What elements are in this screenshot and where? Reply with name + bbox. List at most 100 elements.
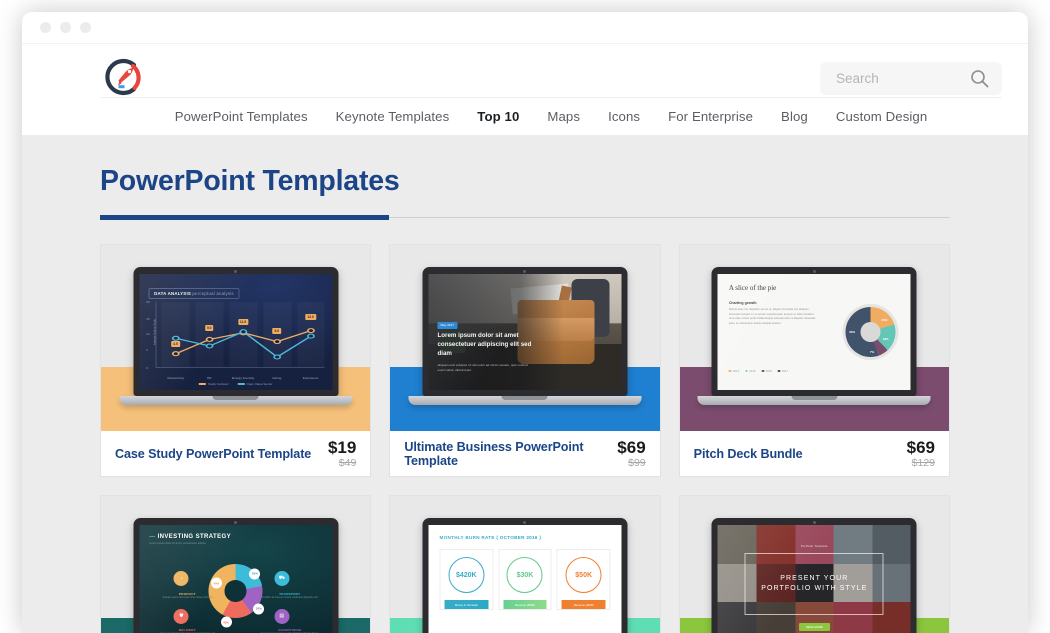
metric-value: $30K bbox=[506, 557, 543, 593]
line-chart-plot: 20 15 10 5 0 4.5 9.0 11.5 9.0 12.0 Outso… bbox=[146, 300, 325, 380]
card-thumbnail: DATA ANALYSIS perceptual analysis Attitu… bbox=[101, 245, 371, 431]
template-grid: DATA ANALYSIS perceptual analysis Attitu… bbox=[100, 244, 950, 633]
card-thumbnail: MONTHLY BURN RATE ( OCTOBER 2016 ) $420K… bbox=[390, 496, 660, 633]
metric-card: $30K Revenue (MRR) bbox=[498, 549, 552, 610]
card-thumbnail: May 2017 Lorem ipsum dolor sit amet cons… bbox=[390, 245, 660, 431]
template-card-case-study[interactable]: DATA ANALYSIS perceptual analysis Attitu… bbox=[100, 244, 372, 477]
nav-item-for-enterprise[interactable]: For Enterprise bbox=[654, 109, 767, 124]
price-current: $69 bbox=[617, 437, 646, 457]
template-card-portfolio[interactable]: Portfolio Template PRESENT YOUR PORTFOLI… bbox=[678, 495, 950, 633]
search-input[interactable] bbox=[820, 71, 964, 86]
title-underline bbox=[100, 215, 950, 220]
metric-caption: Money in the bank bbox=[444, 600, 489, 609]
template-card-investing-strategy[interactable]: — INVESTING STRATEGY Lorem ipsum dolor si… bbox=[100, 495, 372, 633]
price-original: $129 bbox=[911, 456, 935, 469]
data-label-1: 9.0 bbox=[204, 325, 214, 332]
laptop-mockup: DATA ANALYSIS perceptual analysis Attitu… bbox=[119, 267, 353, 405]
window-minimize-dot[interactable] bbox=[60, 22, 71, 33]
rocket-logo[interactable] bbox=[100, 55, 144, 99]
template-card-ultimate-business[interactable]: May 2017 Lorem ipsum dolor sit amet cons… bbox=[389, 244, 661, 477]
card-title[interactable]: Ultimate Business PowerPoint Template bbox=[404, 440, 617, 468]
template-card-burn-rate[interactable]: MONTHLY BURN RATE ( OCTOBER 2016 ) $420K… bbox=[389, 495, 661, 633]
nav-item-maps[interactable]: Maps bbox=[533, 109, 594, 124]
site-header: PowerPoint Templates Keynote Templates T… bbox=[22, 44, 1028, 135]
slice-pct-2: 7% bbox=[869, 349, 875, 354]
window-maximize-dot[interactable] bbox=[80, 22, 91, 33]
laptop-mockup: — INVESTING STRATEGY Lorem ipsum dolor si… bbox=[133, 518, 339, 633]
metric-value: $50K bbox=[565, 557, 602, 593]
nav-item-keynote-templates[interactable]: Keynote Templates bbox=[322, 109, 464, 124]
slice-pct-0: 20% bbox=[881, 317, 888, 322]
x-tick-2: Energy Intensity bbox=[231, 376, 255, 380]
nav-item-powerpoint-templates[interactable]: PowerPoint Templates bbox=[161, 109, 322, 124]
card-title[interactable]: Pitch Deck Bundle bbox=[694, 447, 803, 461]
screenshot-root: PowerPoint Templates Keynote Templates T… bbox=[0, 0, 1050, 633]
legend-0: 2014 bbox=[732, 369, 740, 373]
y-tick-0: 0 bbox=[146, 366, 148, 370]
nav-item-custom-design[interactable]: Custom Design bbox=[822, 109, 941, 124]
card-price: $19 $49 bbox=[328, 439, 356, 469]
metric-card: $420K Money in the bank bbox=[439, 549, 494, 610]
legend-3: 2017 bbox=[781, 369, 789, 373]
y-tick-15: 15 bbox=[146, 316, 150, 321]
metric-value: $420K bbox=[448, 557, 485, 593]
slide-body: Aliquam erat volutpat. Ut wisi enim ad m… bbox=[437, 362, 528, 372]
main-nav: PowerPoint Templates Keynote Templates T… bbox=[100, 97, 1002, 135]
slide-headline: Lorem ipsum dolor sit amet consectetuer … bbox=[437, 331, 532, 357]
template-card-pitch-deck[interactable]: A slice of the pie Charting growth Mauri… bbox=[678, 244, 950, 477]
search-icon[interactable] bbox=[964, 69, 994, 88]
caption-product: PRODUCT Quisque viverra accumsan tortor l… bbox=[162, 592, 213, 600]
nav-item-top-10[interactable]: Top 10 bbox=[463, 109, 533, 124]
caption-advertising: ADVERTISINGAenean sit amet justo ac turp… bbox=[278, 628, 302, 633]
slide-eyebrow: Portfolio Template bbox=[800, 544, 828, 548]
slice-pct-1: 18% bbox=[882, 337, 889, 342]
x-tick-4: Experience bbox=[302, 376, 319, 380]
x-tick-0: Outsourcing bbox=[167, 376, 184, 380]
slide-preview: MONTHLY BURN RATE ( OCTOBER 2016 ) $420K… bbox=[428, 525, 622, 633]
card-thumbnail: A slice of the pie Charting growth Mauri… bbox=[679, 245, 949, 431]
pct-product: 40% bbox=[210, 577, 222, 589]
card-thumbnail: Portfolio Template PRESENT YOUR PORTFOLI… bbox=[679, 496, 949, 633]
slice-pct-3: 60% bbox=[849, 330, 856, 334]
laptop-mockup: May 2017 Lorem ipsum dolor sit amet cons… bbox=[408, 267, 642, 405]
slide-badge: May 2017 bbox=[437, 321, 458, 329]
laptop-mockup: A slice of the pie Charting growth Mauri… bbox=[697, 267, 931, 405]
slide-preview: A slice of the pie Charting growth Mauri… bbox=[717, 274, 911, 390]
nav-item-blog[interactable]: Blog bbox=[767, 109, 822, 124]
slide-headline: MONTHLY BURN RATE ( OCTOBER 2016 ) bbox=[439, 535, 542, 540]
chart-legend: Study Contract Open Value Sector bbox=[198, 382, 273, 386]
pct-delivery: 40% bbox=[220, 616, 232, 628]
card-thumbnail: — INVESTING STRATEGY Lorem ipsum dolor si… bbox=[101, 496, 371, 633]
slide-headline: — INVESTING STRATEGY bbox=[149, 534, 231, 540]
slide-preview: DATA ANALYSIS perceptual analysis Attitu… bbox=[139, 274, 333, 390]
metric-caption: Revenue (ARR) bbox=[561, 600, 606, 609]
nav-item-icons[interactable]: Icons bbox=[594, 109, 654, 124]
slide-text-block: May 2017 Lorem ipsum dolor sit amet cons… bbox=[437, 313, 534, 372]
browser-window: PowerPoint Templates Keynote Templates T… bbox=[22, 12, 1028, 633]
x-tick-1: HR bbox=[207, 376, 212, 380]
data-label-0: 4.5 bbox=[171, 341, 180, 348]
legend-0: Study Contract bbox=[207, 382, 229, 386]
page-content: PowerPoint Templates DATA ANALYSIS perce… bbox=[22, 135, 1028, 633]
window-close-dot[interactable] bbox=[40, 22, 51, 33]
card-footer: Case Study PowerPoint Template $19 $49 bbox=[101, 431, 370, 476]
laptop-mockup: Portfolio Template PRESENT YOUR PORTFOLI… bbox=[711, 518, 917, 633]
node-icon-advertising: ▤ bbox=[274, 608, 290, 624]
node-icon-delivery: ⛊ bbox=[173, 608, 189, 624]
legend-1: 2015 bbox=[749, 369, 756, 373]
slide-headline: A slice of the pie bbox=[728, 284, 777, 292]
donut-legend: 2014 2015 2016 2017 bbox=[728, 369, 789, 373]
price-current: $19 bbox=[327, 437, 357, 457]
slide-preview: May 2017 Lorem ipsum dolor sit amet cons… bbox=[428, 274, 622, 390]
slide-body: Mauris ante nisl, dignissim ac est ut, a… bbox=[728, 308, 816, 326]
node-icon-transport: ⛟ bbox=[274, 571, 290, 587]
window-titlebar bbox=[22, 12, 1028, 44]
slide-tag: DATA ANALYSIS perceptual analysis bbox=[148, 288, 240, 299]
laptop-mockup: MONTHLY BURN RATE ( OCTOBER 2016 ) $420K… bbox=[422, 518, 628, 633]
legend-1: Open Value Sector bbox=[246, 382, 273, 386]
data-label-3: 9.0 bbox=[272, 328, 282, 335]
card-title[interactable]: Case Study PowerPoint Template bbox=[115, 447, 311, 461]
donut-chart: 20% 18% 7% 60% bbox=[840, 301, 902, 363]
slide-button[interactable]: READ MORE bbox=[798, 622, 830, 631]
search-box[interactable] bbox=[820, 62, 1002, 95]
